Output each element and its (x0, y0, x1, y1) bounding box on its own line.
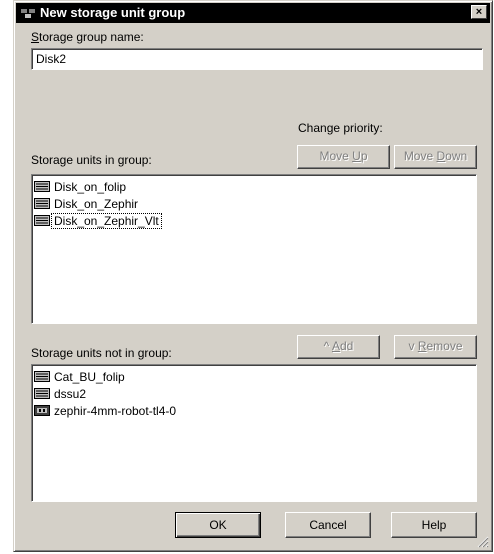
move-up-label: Move (319, 149, 353, 163)
ok-button[interactable]: OK (175, 512, 261, 538)
disk-drive-icon (34, 181, 50, 192)
storage-group-name-field[interactable]: Disk2 (31, 48, 483, 70)
title-bar[interactable]: New storage unit group × (16, 3, 490, 23)
list-item[interactable]: Disk_on_Zephir_Vlt (34, 212, 474, 229)
add-label-rest: dd (339, 339, 354, 353)
storage-group-name-mnemonic: S (31, 30, 40, 44)
storage-group-name-label: Storage group name: (31, 30, 144, 44)
storage-units-in-group-label: Storage units in group: (31, 153, 152, 167)
list-item[interactable]: Disk_on_folip (34, 178, 474, 195)
disk-drive-icon (34, 215, 50, 226)
close-icon: × (475, 6, 483, 18)
close-button[interactable]: × (471, 5, 487, 19)
storage-units-not-in-group-label: Storage units not in group: (31, 346, 172, 360)
storage-group-name-label-text: torage group name: (39, 30, 144, 44)
remove-label-rest: emove (426, 339, 463, 353)
move-down-mnemonic: D (436, 149, 446, 163)
help-button[interactable]: Help (391, 512, 477, 538)
move-down-button[interactable]: Move Down (394, 145, 477, 169)
remove-label: v (408, 339, 418, 353)
list-item-label: Disk_on_Zephir_Vlt (51, 212, 162, 229)
remove-button[interactable]: v Remove (394, 335, 477, 359)
disk-drive-icon (34, 371, 50, 382)
storage-units-in-group-list[interactable]: Disk_on_folip Disk_on_Zephir Disk_on_Zep… (31, 174, 477, 324)
storage-units-not-in-group-list[interactable]: Cat_BU_folip dssu2 zephir-4mm-robot-tl4-… (31, 364, 477, 502)
move-up-button[interactable]: Move Up (297, 145, 390, 169)
change-priority-label: Change priority: (298, 121, 383, 135)
list-item-label: Cat_BU_folip (54, 369, 125, 384)
move-up-label-rest: p (360, 149, 368, 163)
disk-drive-icon (34, 198, 50, 209)
add-button[interactable]: ^ Add (297, 335, 380, 359)
storage-group-icon (21, 9, 35, 18)
list-item[interactable]: zephir-4mm-robot-tl4-0 (34, 402, 474, 419)
list-item-label: Disk_on_Zephir (54, 196, 139, 211)
list-item-label: Disk_on_folip (54, 179, 127, 194)
tape-robot-icon (34, 405, 50, 416)
resize-grip-icon[interactable] (477, 536, 489, 548)
list-item[interactable]: Cat_BU_folip (34, 368, 474, 385)
move-down-label-rest: own (445, 149, 468, 163)
list-item[interactable]: dssu2 (34, 385, 474, 402)
move-up-mnemonic: U (352, 149, 361, 163)
add-label: ^ (323, 339, 332, 353)
cancel-button[interactable]: Cancel (285, 512, 371, 538)
list-item-label: zephir-4mm-robot-tl4-0 (54, 403, 177, 418)
dialog-title: New storage unit group (40, 5, 186, 20)
add-mnemonic: A (331, 339, 340, 353)
storage-group-name-value: Disk2 (36, 52, 67, 66)
list-item-label: dssu2 (54, 386, 87, 401)
move-down-label: Move (403, 149, 437, 163)
disk-drive-icon (34, 388, 50, 399)
list-item[interactable]: Disk_on_Zephir (34, 195, 474, 212)
new-storage-unit-group-dialog: New storage unit group × Storage group n… (13, 0, 493, 552)
